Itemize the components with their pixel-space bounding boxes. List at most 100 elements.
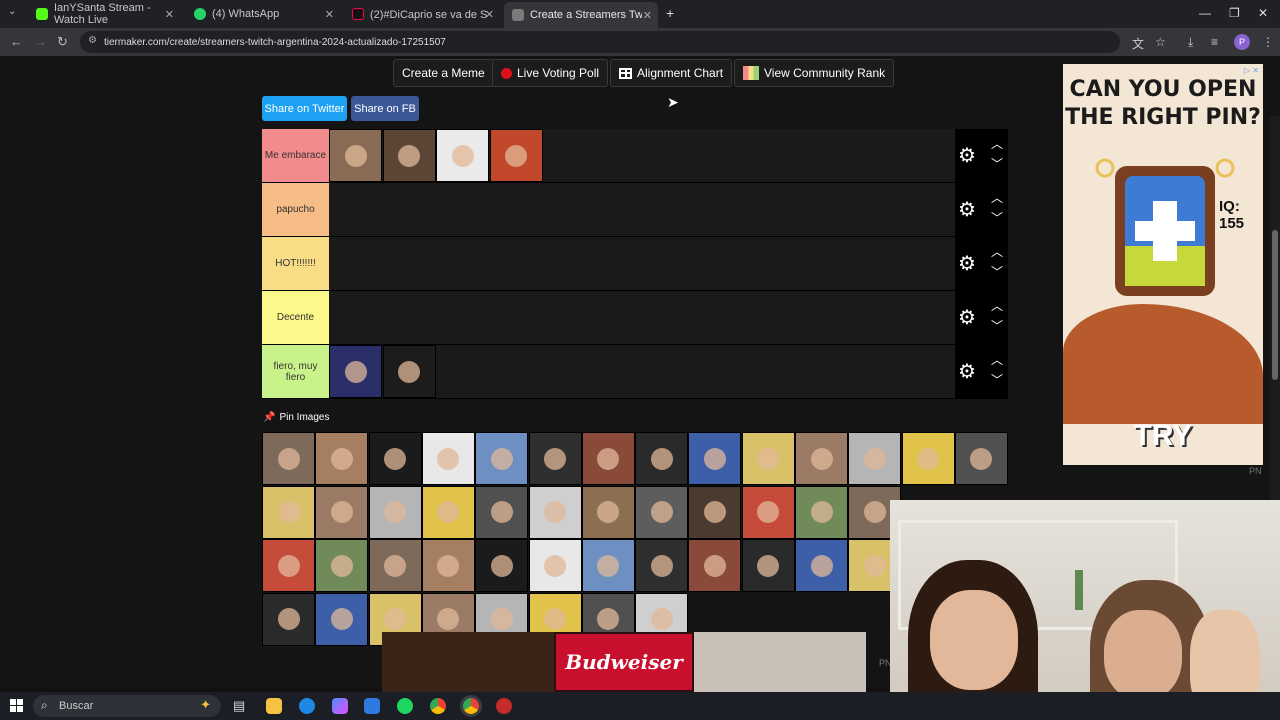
media-icon[interactable]: ≡	[1211, 35, 1218, 49]
pool-item-thumbnail[interactable]	[848, 432, 902, 485]
tier-item-thumbnail[interactable]	[489, 129, 543, 182]
restore-icon[interactable]: ❐	[1229, 6, 1240, 20]
profile-avatar[interactable]: P	[1234, 34, 1250, 50]
gear-icon[interactable]: ⚙	[958, 197, 976, 222]
gear-icon[interactable]: ⚙	[958, 359, 976, 384]
pool-item-thumbnail[interactable]	[741, 539, 795, 592]
minimize-icon[interactable]: —	[1199, 6, 1211, 20]
pool-item-thumbnail[interactable]	[421, 485, 475, 539]
pool-item-thumbnail[interactable]	[421, 539, 475, 592]
tab-whatsapp[interactable]: (4) WhatsApp ✕	[186, 4, 340, 24]
pool-item-thumbnail[interactable]	[315, 592, 369, 646]
ad-try-button[interactable]: TRY	[1063, 419, 1263, 453]
pool-item-thumbnail[interactable]	[475, 432, 529, 485]
pool-item-thumbnail[interactable]	[581, 432, 635, 485]
tier-label[interactable]: HOT!!!!!!!	[262, 237, 329, 290]
mail-icon[interactable]	[364, 698, 380, 714]
live-voting-button[interactable]: Live Voting Poll	[492, 59, 609, 87]
chrome-active-icon[interactable]	[463, 698, 479, 714]
chevron-down-icon[interactable]: ﹀	[991, 263, 1003, 280]
pool-item-thumbnail[interactable]	[528, 539, 582, 592]
tier-label[interactable]: Me embarace	[262, 129, 329, 182]
close-window-icon[interactable]: ✕	[1258, 6, 1268, 20]
edge-icon[interactable]	[299, 698, 315, 714]
chevron-up-icon[interactable]: ︿	[991, 189, 1003, 206]
chevron-down-icon[interactable]: ﹀	[991, 155, 1003, 172]
reload-icon[interactable]: ↻	[57, 34, 68, 50]
obs-icon[interactable]	[496, 698, 512, 714]
file-explorer-icon[interactable]	[266, 698, 282, 714]
pool-item-thumbnail[interactable]	[368, 485, 422, 539]
tier-label[interactable]: papucho	[262, 183, 329, 236]
tier-row[interactable]: papucho ⚙ ︿ ﹀	[262, 183, 1008, 237]
tier-item-thumbnail[interactable]	[329, 129, 382, 182]
url-field[interactable]: ⚙ tiermaker.com/create/streamers-twitch-…	[80, 31, 1120, 53]
tab-tiktok[interactable]: (2)#DiCaprio se va de Sanfer? 😂 ✕	[344, 4, 500, 24]
pool-item-thumbnail[interactable]	[368, 539, 422, 592]
pool-item-thumbnail[interactable]	[795, 539, 848, 592]
pool-item-thumbnail[interactable]	[315, 485, 369, 539]
gear-icon[interactable]: ⚙	[958, 305, 976, 330]
pool-item-thumbnail[interactable]	[954, 432, 1008, 485]
scrollbar-thumb[interactable]	[1272, 230, 1278, 380]
tab-search-icon[interactable]: ⌄	[8, 6, 16, 17]
tier-item-thumbnail[interactable]	[382, 129, 436, 182]
spotify-icon[interactable]	[397, 698, 413, 714]
pin-images-toggle[interactable]: 📌 Pin Images	[263, 412, 329, 423]
pool-item-thumbnail[interactable]	[901, 432, 955, 485]
tier-row[interactable]: Decente ⚙ ︿ ﹀	[262, 291, 1008, 345]
tier-row[interactable]: Me embarace ⚙ ︿ ﹀	[262, 129, 1008, 183]
budweiser-ad[interactable]: Budweiser	[382, 632, 866, 692]
chrome-icon[interactable]	[430, 698, 446, 714]
close-icon[interactable]: ✕	[643, 9, 652, 22]
pool-item-thumbnail[interactable]	[635, 539, 689, 592]
chevron-up-icon[interactable]: ︿	[991, 243, 1003, 260]
gear-icon[interactable]: ⚙	[958, 251, 976, 276]
pool-item-thumbnail[interactable]	[635, 485, 689, 539]
pool-item-thumbnail[interactable]	[688, 485, 742, 539]
pool-item-thumbnail[interactable]	[262, 485, 315, 539]
pool-item-thumbnail[interactable]	[688, 432, 742, 485]
pool-item-thumbnail[interactable]	[475, 539, 529, 592]
pool-item-thumbnail[interactable]	[315, 432, 369, 485]
chevron-up-icon[interactable]: ︿	[991, 135, 1003, 152]
tier-item-thumbnail[interactable]	[329, 345, 382, 398]
tier-label[interactable]: Decente	[262, 291, 329, 344]
tab-kick[interactable]: IanYSanta Stream - Watch Live ✕	[28, 2, 180, 26]
task-view-icon[interactable]: ▤	[233, 698, 245, 714]
pool-item-thumbnail[interactable]	[528, 432, 582, 485]
close-icon[interactable]: ✕	[485, 8, 494, 21]
alignment-chart-button[interactable]: Alignment Chart	[610, 59, 733, 87]
pool-item-thumbnail[interactable]	[581, 485, 635, 539]
pin-puzzle-ad[interactable]: ▷ ✕ CAN YOU OPEN THE RIGHT PIN? IQ: 155 …	[1063, 64, 1263, 465]
pool-item-thumbnail[interactable]	[315, 539, 369, 592]
pool-item-thumbnail[interactable]	[528, 485, 582, 539]
tier-row[interactable]: HOT!!!!!!! ⚙ ︿ ﹀	[262, 237, 1008, 291]
back-icon[interactable]: ←	[10, 34, 23, 49]
pool-item-thumbnail[interactable]	[475, 485, 529, 539]
copilot-icon[interactable]	[332, 698, 348, 714]
chevron-down-icon[interactable]: ﹀	[991, 317, 1003, 334]
forward-icon[interactable]: →	[34, 34, 47, 49]
windows-start-icon[interactable]	[10, 699, 23, 712]
share-twitter-button[interactable]: Share on Twitter	[262, 96, 347, 121]
tab-tiermaker[interactable]: Create a Streamers Twitch Arge ✕	[504, 2, 658, 28]
community-rank-button[interactable]: View Community Rank	[734, 59, 895, 87]
share-fb-button[interactable]: Share on FB	[351, 96, 419, 121]
tier-row[interactable]: fiero, muy fiero ⚙ ︿ ﹀	[262, 345, 1008, 399]
translate-icon[interactable]: 文	[1132, 35, 1144, 52]
pool-item-thumbnail[interactable]	[795, 432, 848, 485]
pool-item-thumbnail[interactable]	[262, 592, 315, 646]
pool-item-thumbnail[interactable]	[795, 485, 848, 539]
chevron-up-icon[interactable]: ︿	[991, 351, 1003, 368]
chevron-up-icon[interactable]: ︿	[991, 297, 1003, 314]
pool-item-thumbnail[interactable]	[262, 539, 315, 592]
tier-item-thumbnail[interactable]	[382, 345, 436, 398]
new-tab-icon[interactable]: +	[666, 5, 674, 21]
pool-item-thumbnail[interactable]	[368, 432, 422, 485]
close-icon[interactable]: ✕	[165, 8, 174, 21]
pool-item-thumbnail[interactable]	[635, 432, 689, 485]
download-icon[interactable]: ⤓	[1188, 35, 1193, 50]
chevron-down-icon[interactable]: ﹀	[991, 371, 1003, 388]
pool-item-thumbnail[interactable]	[581, 539, 635, 592]
